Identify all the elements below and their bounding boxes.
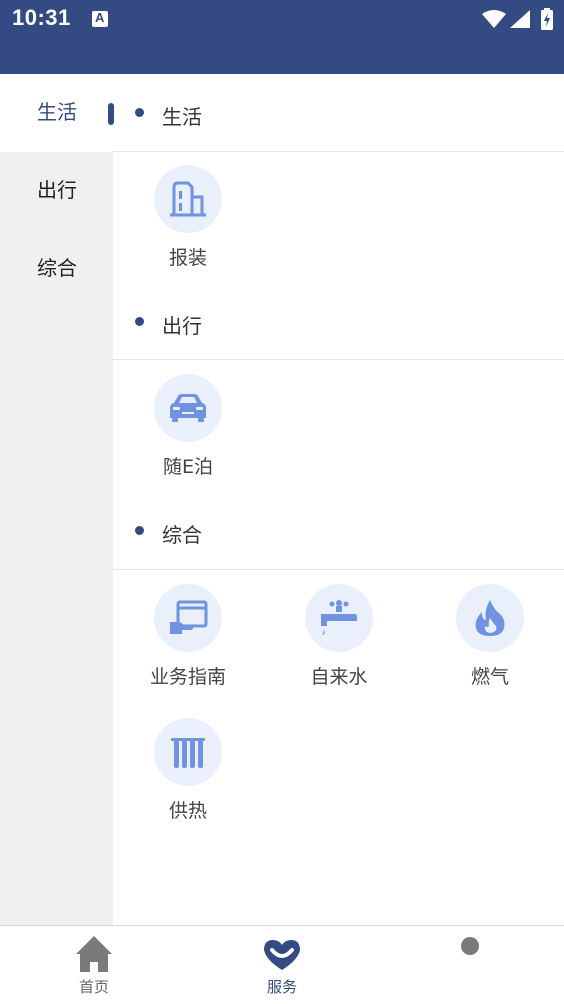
icon-circle — [305, 584, 373, 652]
guide-hand-icon — [170, 600, 208, 634]
battery-charging-icon — [541, 8, 553, 30]
divider — [113, 151, 564, 152]
icon-circle — [456, 584, 524, 652]
tab-label: 首页 — [78, 978, 109, 996]
sidebar-item-label: 出行 — [37, 178, 77, 202]
heart-smile-icon — [264, 940, 300, 970]
icon-circle — [154, 718, 222, 786]
sidebar-item-life[interactable]: 生活 — [0, 74, 113, 152]
tab-home[interactable]: 首页 — [0, 926, 188, 1004]
service-label: 自来水 — [310, 666, 368, 688]
icon-circle — [154, 584, 222, 652]
bottom-navigation: 首页 服务 — [0, 925, 564, 1004]
tab-profile[interactable] — [376, 926, 564, 1004]
bullet-dot — [135, 526, 144, 535]
service-tile-guide[interactable]: 业务指南 — [113, 584, 263, 704]
signal-icon — [510, 10, 530, 28]
flame-icon — [475, 600, 505, 636]
service-tile-suiebo[interactable]: 随E泊 — [113, 374, 263, 494]
service-content: 生活 报装 出行 随E泊 综合 业务指南 自来水 燃气 供热 — [108, 74, 564, 925]
car-icon — [170, 394, 206, 422]
sidebar-item-label: 生活 — [37, 100, 77, 124]
icon-circle — [154, 374, 222, 442]
profile-icon — [461, 937, 479, 955]
sidebar-item-label: 综合 — [37, 256, 77, 280]
tab-service[interactable]: 服务 — [188, 926, 376, 1004]
bullet-dot — [135, 108, 144, 117]
section-header-travel: 出行 — [113, 283, 564, 360]
service-label: 燃气 — [470, 666, 509, 688]
service-tile-heating[interactable]: 供热 — [113, 718, 263, 838]
bullet-dot — [135, 317, 144, 326]
icon-circle — [154, 165, 222, 233]
category-sidebar: 生活 出行 综合 — [0, 74, 113, 925]
section-title: 综合 — [162, 523, 202, 547]
service-tile-baozhuang[interactable]: 报装 — [113, 165, 263, 285]
service-label: 随E泊 — [162, 456, 213, 478]
home-icon — [76, 936, 112, 972]
section-title: 出行 — [162, 314, 202, 338]
building-icon — [170, 181, 206, 217]
water-tap-icon — [321, 600, 357, 635]
app-header — [0, 40, 564, 74]
service-label: 供热 — [168, 800, 207, 822]
sidebar-item-travel[interactable]: 出行 — [0, 152, 113, 230]
tab-label: 服务 — [266, 978, 297, 996]
service-label: 报装 — [168, 247, 207, 269]
radiator-icon — [171, 738, 205, 768]
service-tile-water[interactable]: 自来水 — [264, 584, 414, 704]
section-title: 生活 — [162, 105, 202, 129]
app-notification-icon: A — [92, 10, 108, 27]
divider — [113, 569, 564, 570]
service-tile-gas[interactable]: 燃气 — [415, 584, 564, 704]
divider — [113, 359, 564, 360]
wifi-icon — [482, 10, 506, 28]
section-header-general: 综合 — [113, 492, 564, 569]
status-bar: 10:31 A — [0, 0, 564, 40]
sidebar-item-general[interactable]: 综合 — [0, 230, 113, 308]
section-header-life: 生活 — [113, 74, 564, 151]
status-time: 10:31 — [12, 5, 71, 30]
service-label: 业务指南 — [149, 666, 226, 688]
